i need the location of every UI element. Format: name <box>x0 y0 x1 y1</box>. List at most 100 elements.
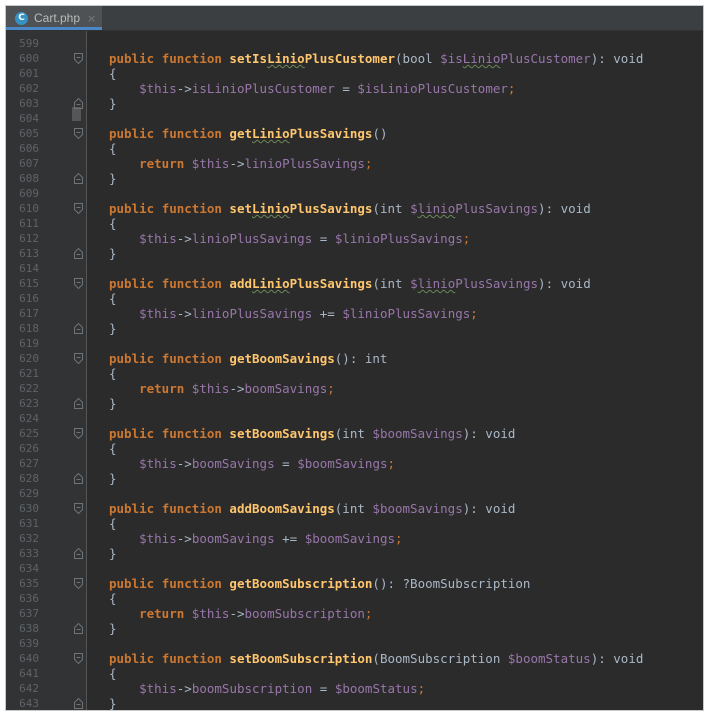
code-token: boomSubscription <box>191 681 313 696</box>
fold-end-icon[interactable] <box>74 548 83 559</box>
code-line[interactable]: 604 <box>6 111 703 126</box>
close-icon[interactable]: × <box>87 12 96 25</box>
code-token: $boomStatus <box>507 651 591 666</box>
code-token: Linio <box>462 51 501 66</box>
line-number: 626 <box>19 442 39 455</box>
fold-end-icon[interactable] <box>74 623 83 634</box>
fold-end-icon[interactable] <box>74 248 83 259</box>
fold-start-icon[interactable] <box>74 653 83 664</box>
code-line[interactable]: 621 { <box>6 366 703 381</box>
fold-end-icon[interactable] <box>74 473 83 484</box>
code-line[interactable]: 612 $this->linioPlusSavings = $linioPlus… <box>6 231 703 246</box>
code-text: $this->boomSavings = $boomSavings; <box>109 456 395 471</box>
code-token: -> <box>176 456 192 471</box>
code-line[interactable]: 628} <box>6 471 703 486</box>
code-line[interactable]: 632 $this->boomSavings += $boomSavings; <box>6 531 703 546</box>
code-line[interactable]: 609 <box>6 186 703 201</box>
code-token: isLinioPlusCustomer <box>191 81 335 96</box>
code-line[interactable]: 626 { <box>6 441 703 456</box>
code-line[interactable]: 618} <box>6 321 703 336</box>
fold-start-icon[interactable] <box>74 278 83 289</box>
code-line[interactable]: 607 return $this->linioPlusSavings; <box>6 156 703 171</box>
code-line[interactable]: 639 <box>6 636 703 651</box>
code-line[interactable]: 634 <box>6 561 703 576</box>
code-token: function <box>161 126 230 141</box>
code-line[interactable]: 617 $this->linioPlusSavings += $linioPlu… <box>6 306 703 321</box>
code-line[interactable]: 642 $this->boomSubscription = $boomStatu… <box>6 681 703 696</box>
code-token: public <box>109 201 162 216</box>
code-text: return $this->boomSavings; <box>109 381 335 396</box>
code-line[interactable]: 630 public function addBoomSavings(int $b… <box>6 501 703 516</box>
fold-start-icon[interactable] <box>74 428 83 439</box>
code-token: Linio <box>267 51 305 66</box>
code-line[interactable]: 608} <box>6 171 703 186</box>
code-line[interactable]: 622 return $this->boomSavings; <box>6 381 703 396</box>
code-line[interactable]: 606 { <box>6 141 703 156</box>
fold-start-icon[interactable] <box>74 203 83 214</box>
code-line[interactable]: 603} <box>6 96 703 111</box>
code-line[interactable]: 643} <box>6 696 703 710</box>
code-token: ; <box>327 381 335 396</box>
code-text: { <box>109 516 117 531</box>
code-line[interactable]: 629 <box>6 486 703 501</box>
code-token: = <box>312 681 335 696</box>
fold-start-icon[interactable] <box>74 128 83 139</box>
code-line[interactable]: 624 <box>6 411 703 426</box>
code-line[interactable]: 633} <box>6 546 703 561</box>
line-number: 643 <box>19 697 39 710</box>
line-number: 628 <box>19 472 39 485</box>
code-line[interactable]: 615 public function addLinioPlusSavings(i… <box>6 276 703 291</box>
code-line[interactable]: 635 public function getBoomSubscription()… <box>6 576 703 591</box>
code-line[interactable]: 620 public function getBoomSavings(): int <box>6 351 703 366</box>
code-token: { <box>109 516 117 531</box>
fold-start-icon[interactable] <box>74 53 83 64</box>
line-number: 620 <box>19 352 39 365</box>
code-line[interactable]: 636 { <box>6 591 703 606</box>
code-line[interactable]: 640 public function setBoomSubscription(B… <box>6 651 703 666</box>
line-number: 608 <box>19 172 39 185</box>
code-line[interactable]: 599 <box>6 36 703 51</box>
code-line[interactable]: 625 public function setBoomSavings(int $b… <box>6 426 703 441</box>
code-token: $ <box>410 276 418 291</box>
code-line[interactable]: 610 public function setLinioPlusSavings(i… <box>6 201 703 216</box>
fold-start-icon[interactable] <box>74 578 83 589</box>
line-number: 639 <box>19 637 39 650</box>
fold-start-icon[interactable] <box>74 503 83 514</box>
code-token: } <box>109 471 117 486</box>
code-line[interactable]: 627 $this->boomSavings = $boomSavings; <box>6 456 703 471</box>
code-line[interactable]: 631 { <box>6 516 703 531</box>
code-line[interactable]: 638} <box>6 621 703 636</box>
tab-cart-php[interactable]: C Cart.php × <box>6 6 102 30</box>
code-token: linio <box>417 201 456 216</box>
code-line[interactable]: 616 { <box>6 291 703 306</box>
code-token: function <box>161 351 230 366</box>
fold-end-icon[interactable] <box>74 173 83 184</box>
code-token: function <box>161 201 230 216</box>
line-number: 613 <box>19 247 39 260</box>
code-line[interactable]: 641 { <box>6 666 703 681</box>
fold-start-icon[interactable] <box>74 353 83 364</box>
code-line[interactable]: 600 public function setIsLinioPlusCustome… <box>6 51 703 66</box>
code-line[interactable]: 619 <box>6 336 703 351</box>
code-token: (BoomSubscription <box>372 651 508 666</box>
fold-end-icon[interactable] <box>74 323 83 334</box>
code-line[interactable]: 611 { <box>6 216 703 231</box>
fold-end-icon[interactable] <box>74 698 83 709</box>
code-line[interactable]: 605 public function getLinioPlusSavings() <box>6 126 703 141</box>
fold-end-icon[interactable] <box>74 98 83 109</box>
code-line[interactable]: 602 $this->isLinioPlusCustomer = $isLini… <box>6 81 703 96</box>
code-line[interactable]: 637 return $this->boomSubscription; <box>6 606 703 621</box>
code-token: public <box>109 351 162 366</box>
code-line[interactable]: 601 { <box>6 66 703 81</box>
code-line[interactable]: 614 <box>6 261 703 276</box>
code-token: { <box>109 441 117 456</box>
fold-end-icon[interactable] <box>74 398 83 409</box>
code-line[interactable]: 613} <box>6 246 703 261</box>
code-line[interactable]: 623} <box>6 396 703 411</box>
code-text: } <box>109 96 117 111</box>
code-token: } <box>109 396 117 411</box>
code-token: (int <box>334 501 373 516</box>
